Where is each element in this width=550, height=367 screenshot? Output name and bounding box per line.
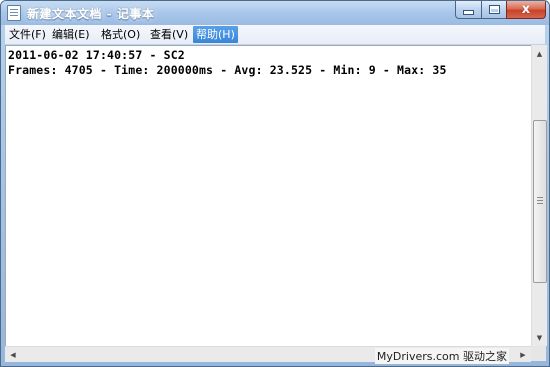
size-grip-corner[interactable] <box>531 346 546 361</box>
close-button[interactable]: x <box>506 1 546 19</box>
vertical-scrollbar[interactable]: ▲ ▼ <box>531 45 547 346</box>
text-editor[interactable]: 2011-06-02 17:40:57 - SC2 Frames: 4705 -… <box>5 45 532 347</box>
maximize-button[interactable] <box>481 1 507 19</box>
menu-bar: 文件(F) 编辑(E) 格式(O) 查看(V) 帮助(H) <box>5 25 545 45</box>
document-line[interactable]: Frames: 4705 - Time: 200000ms - Avg: 23.… <box>8 63 447 77</box>
document-line[interactable]: 2011-06-02 17:40:57 - SC2 <box>8 48 185 62</box>
horizontal-scrollbar[interactable]: ◀ MyDrivers.com 驱动之家 ▶ <box>5 346 531 364</box>
menu-format[interactable]: 格式(O) <box>98 26 143 43</box>
menu-edit[interactable]: 编辑(E) <box>49 26 93 43</box>
grip-icon <box>537 197 543 198</box>
menu-help[interactable]: 帮助(H) <box>193 26 238 43</box>
menu-view[interactable]: 查看(V) <box>147 26 191 43</box>
title-bar[interactable]: 新建文本文档 - 记事本 x <box>1 1 549 25</box>
scroll-right-icon[interactable]: ▶ <box>516 348 530 361</box>
maximize-icon <box>488 5 500 14</box>
menu-file[interactable]: 文件(F) <box>6 26 49 43</box>
vertical-scroll-thumb[interactable] <box>533 120 547 283</box>
minimize-icon <box>463 10 474 15</box>
notepad-icon[interactable] <box>7 5 21 21</box>
window-title: 新建文本文档 - 记事本 <box>27 7 155 21</box>
watermark: MyDrivers.com 驱动之家 <box>374 348 509 364</box>
scroll-up-icon[interactable]: ▲ <box>533 46 546 61</box>
close-icon: x <box>521 2 531 17</box>
minimize-button[interactable] <box>455 1 482 19</box>
scroll-down-icon[interactable]: ▼ <box>533 330 546 345</box>
scroll-left-icon[interactable]: ◀ <box>6 348 20 361</box>
notepad-window: 新建文本文档 - 记事本 x 文件(F) 编辑(E) 格式(O) 查看(V) 帮… <box>0 0 550 367</box>
